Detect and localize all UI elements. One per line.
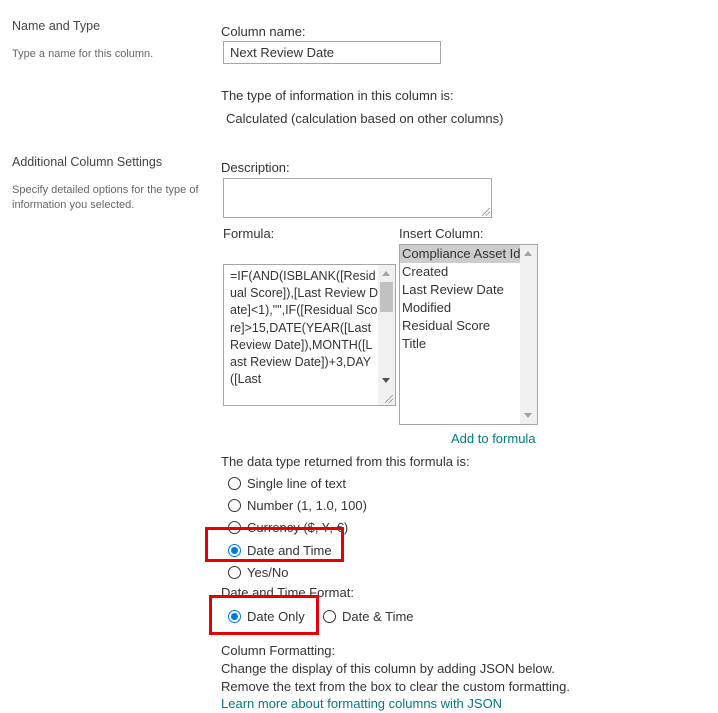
radio-yes-no[interactable]: Yes/No: [228, 563, 288, 581]
radio-label: Yes/No: [247, 564, 289, 580]
highlight-box-date-only: [209, 595, 319, 635]
column-name-label: Column name:: [221, 24, 306, 39]
scroll-thumb[interactable]: [380, 282, 393, 312]
section-title-additional-settings: Additional Column Settings: [12, 155, 163, 169]
formula-textarea[interactable]: =IF(AND(ISBLANK([Residual Score]),[Last …: [223, 264, 396, 406]
section-title-name-and-type: Name and Type: [12, 19, 101, 33]
add-to-formula-link[interactable]: Add to formula: [451, 431, 536, 446]
list-item-modified[interactable]: Modified: [400, 299, 520, 317]
resize-grip-icon[interactable]: [482, 208, 490, 216]
radio-single-line-of-text[interactable]: Single line of text: [228, 474, 346, 492]
column-name-input[interactable]: Next Review Date: [223, 41, 441, 64]
insert-column-label: Insert Column:: [399, 226, 484, 241]
listbox-scrollbar[interactable]: [520, 245, 537, 424]
formula-value: =IF(AND(ISBLANK([Residual Score]),[Last …: [230, 269, 378, 387]
column-name-value: Next Review Date: [230, 45, 335, 60]
radio-button[interactable]: [228, 565, 241, 579]
radio-button[interactable]: [228, 476, 241, 490]
column-formatting-line2: Remove the text from the box to clear th…: [221, 679, 570, 694]
radio-button[interactable]: [228, 498, 241, 512]
learn-more-json-link[interactable]: Learn more about formatting columns with…: [221, 696, 502, 711]
scroll-down-arrow-icon[interactable]: [382, 378, 390, 383]
return-type-label: The data type returned from this formula…: [221, 454, 470, 469]
radio-label: Single line of text: [247, 475, 347, 491]
type-info-label: The type of information in this column i…: [221, 88, 454, 103]
list-item-title[interactable]: Title: [400, 335, 520, 353]
column-formatting-label: Column Formatting:: [221, 643, 336, 658]
section-desc-name-and-type: Type a name for this column.: [12, 48, 154, 60]
list-item-residual-score[interactable]: Residual Score: [400, 317, 520, 335]
scroll-down-arrow-icon[interactable]: [524, 413, 532, 418]
list-item-created[interactable]: Created: [400, 263, 520, 281]
section-desc-additional-settings: Specify detailed options for the type of…: [12, 184, 199, 211]
scroll-up-arrow-icon[interactable]: [524, 251, 532, 256]
description-textarea[interactable]: [223, 178, 492, 218]
formula-scrollbar[interactable]: [378, 265, 395, 405]
list-item-compliance-asset-id[interactable]: Compliance Asset Id: [400, 245, 520, 263]
radio-number[interactable]: Number (1, 1.0, 100): [228, 496, 367, 514]
radio-date-and-time-format[interactable]: Date & Time: [323, 607, 414, 625]
resize-grip-icon[interactable]: [385, 395, 393, 403]
formula-label: Formula:: [223, 226, 275, 241]
radio-button[interactable]: [323, 609, 336, 623]
radio-label: Date & Time: [342, 608, 414, 624]
type-info-value: Calculated (calculation based on other c…: [226, 111, 504, 126]
column-formatting-line1: Change the display of this column by add…: [221, 661, 555, 676]
highlight-box-date-and-time: [205, 527, 344, 562]
scroll-up-arrow-icon[interactable]: [382, 271, 390, 276]
list-item-last-review-date[interactable]: Last Review Date: [400, 281, 520, 299]
radio-label: Number (1, 1.0, 100): [247, 497, 367, 513]
insert-column-listbox[interactable]: Compliance Asset Id Created Last Review …: [399, 244, 538, 425]
description-label: Description:: [221, 160, 290, 175]
